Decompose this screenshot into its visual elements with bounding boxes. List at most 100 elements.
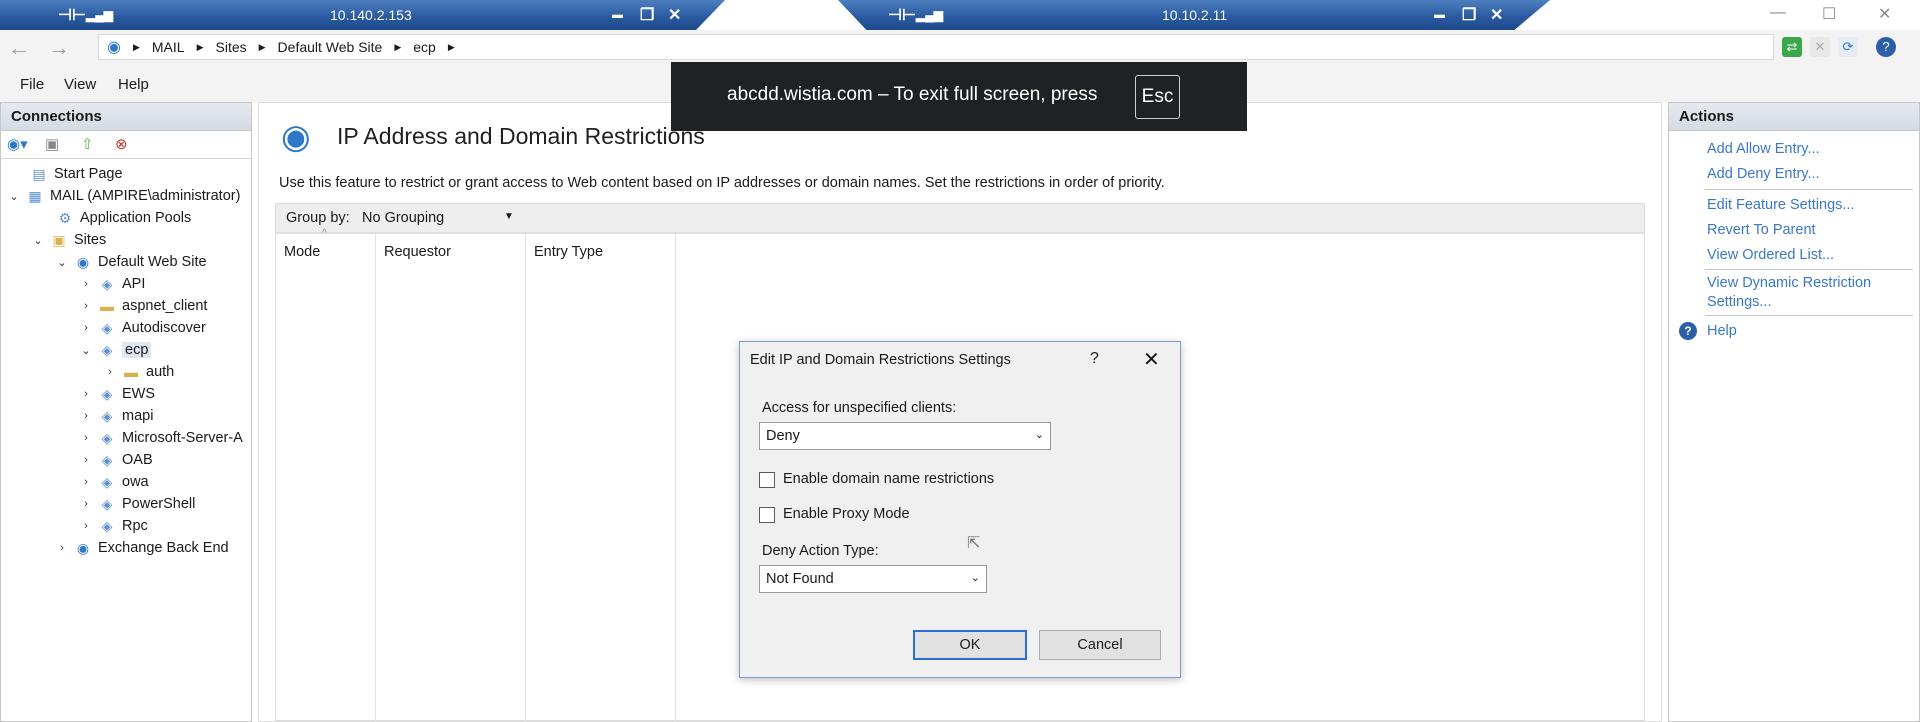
column-header-mode[interactable]: Mode: [284, 244, 320, 260]
restore-icon[interactable]: ❐: [1462, 5, 1476, 25]
disconnect-icon[interactable]: ⊗: [115, 135, 128, 153]
cancel-button[interactable]: Cancel: [1039, 630, 1161, 660]
tree-item-app-pools[interactable]: ⚙ Application Pools: [37, 207, 192, 229]
web-app-icon: ◈: [101, 517, 113, 534]
breadcrumb-sites[interactable]: Sites: [216, 39, 247, 55]
forward-arrow-icon[interactable]: →: [48, 35, 70, 61]
chevron-down-icon[interactable]: ⌄: [7, 190, 21, 203]
tree-item-start-page[interactable]: ▤ Start Page: [11, 163, 122, 185]
tree-item-oab[interactable]: › ◈ OAB: [79, 449, 152, 471]
window-close-icon[interactable]: ✕: [1878, 4, 1891, 24]
minimize-icon[interactable]: ▬: [1434, 9, 1445, 21]
view-dynamic-restriction-link-line2[interactable]: Settings...: [1707, 294, 1771, 310]
address-bar[interactable]: ◉ ▶ MAIL ▶ Sites ▶ Default Web Site ▶ ec…: [98, 34, 1774, 60]
save-icon[interactable]: ▣: [45, 135, 59, 153]
breadcrumb-ecp[interactable]: ecp: [413, 39, 436, 55]
start-page-icon: ▤: [32, 165, 46, 182]
tree-item-autodiscover[interactable]: › ◈ Autodiscover: [79, 317, 206, 339]
tree-item-api[interactable]: › ◈ API: [79, 273, 145, 295]
tree-item-default-web-site[interactable]: ⌄ ◉ Default Web Site: [55, 251, 206, 273]
web-app-icon: ◈: [101, 473, 113, 490]
chevron-right-icon[interactable]: ›: [79, 278, 93, 290]
dialog-help-button[interactable]: ?: [1090, 350, 1099, 368]
proxy-mode-label[interactable]: Enable Proxy Mode: [783, 506, 910, 522]
group-by-select[interactable]: No Grouping: [362, 210, 444, 226]
connect-icon[interactable]: ⇄: [1782, 37, 1802, 57]
pin-icon[interactable]: ⊣⊢: [58, 5, 86, 25]
column-header-requestor[interactable]: Requestor: [384, 244, 451, 260]
dialog-close-button[interactable]: ✕: [1143, 347, 1160, 372]
breadcrumb-mail[interactable]: MAIL: [152, 39, 185, 55]
chevron-down-icon[interactable]: ⌄: [31, 234, 45, 247]
tree-item-auth[interactable]: › ▬ auth: [103, 361, 174, 383]
refresh-icon[interactable]: ⟳: [1838, 37, 1858, 57]
pin-icon[interactable]: ⊣⊢: [888, 5, 916, 25]
chevron-right-icon[interactable]: ›: [79, 322, 93, 334]
esc-key-badge: Esc: [1135, 75, 1180, 119]
menu-file[interactable]: File: [20, 76, 44, 93]
edit-feature-settings-link[interactable]: Edit Feature Settings...: [1707, 197, 1855, 213]
domain-restrictions-checkbox[interactable]: [759, 472, 775, 488]
add-deny-entry-link[interactable]: Add Deny Entry...: [1707, 166, 1820, 182]
window-maximize-icon[interactable]: ☐: [1822, 4, 1836, 24]
tree-item-microsoft-server[interactable]: › ◈ Microsoft-Server-A: [79, 427, 243, 449]
minimize-icon[interactable]: ▬: [612, 9, 623, 21]
chevron-down-icon: ⌄: [970, 572, 980, 584]
close-icon[interactable]: ✕: [668, 5, 681, 25]
access-select[interactable]: Deny ⌄: [759, 422, 1051, 450]
breadcrumb-default-web-site[interactable]: Default Web Site: [278, 39, 383, 55]
remote-connection-bar-1[interactable]: ⊣⊢ ▂▄▆ 10.140.2.153 ▬ ❐ ✕: [0, 0, 725, 30]
connect-globe-icon[interactable]: ◉▾: [7, 135, 28, 153]
window-minimize-icon[interactable]: —: [1770, 4, 1786, 22]
tree-item-rpc[interactable]: › ◈ Rpc: [79, 515, 148, 537]
connections-panel: Connections ◉▾ ▣ ⇧ ⊗ ▤ Start Page ⌄ ▦ MAIL …: [0, 102, 252, 722]
tree-item-sites[interactable]: ⌄ ▣ Sites: [31, 229, 106, 251]
close-icon[interactable]: ✕: [1490, 5, 1503, 25]
chevron-right-icon[interactable]: ›: [79, 520, 93, 532]
stop-icon[interactable]: ✕: [1810, 37, 1830, 57]
menu-view[interactable]: View: [64, 76, 96, 93]
chevron-right-icon[interactable]: ›: [79, 410, 93, 422]
chevron-right-icon[interactable]: ›: [79, 388, 93, 400]
globe-icon: ◉: [76, 539, 90, 556]
tree-item-powershell[interactable]: › ◈ PowerShell: [79, 493, 195, 515]
proxy-mode-checkbox[interactable]: [759, 507, 775, 523]
chevron-right-icon[interactable]: ›: [103, 366, 117, 378]
chevron-right-icon[interactable]: ›: [79, 300, 93, 312]
edit-restrictions-dialog: Edit IP and Domain Restrictions Settings…: [739, 341, 1181, 678]
help-icon[interactable]: ?: [1876, 37, 1896, 57]
up-level-icon[interactable]: ⇧: [81, 135, 94, 153]
web-app-icon: ◈: [101, 495, 113, 512]
help-link[interactable]: Help: [1707, 323, 1737, 339]
tree-item-server[interactable]: ⌄ ▦ MAIL (AMPIRE\administrator): [7, 185, 240, 207]
domain-restrictions-label[interactable]: Enable domain name restrictions: [783, 471, 994, 487]
chevron-down-icon[interactable]: ⌄: [79, 344, 93, 357]
view-ordered-list-link[interactable]: View Ordered List...: [1707, 247, 1834, 263]
chevron-right-icon[interactable]: ›: [79, 476, 93, 488]
tree-item-ews[interactable]: › ◈ EWS: [79, 383, 155, 405]
ok-button[interactable]: OK: [913, 630, 1027, 660]
add-allow-entry-link[interactable]: Add Allow Entry...: [1707, 141, 1820, 157]
chevron-right-icon[interactable]: ›: [79, 432, 93, 444]
chevron-right-icon[interactable]: ›: [55, 542, 69, 554]
chevron-down-icon: ⌄: [1034, 429, 1044, 441]
revert-to-parent-link[interactable]: Revert To Parent: [1707, 222, 1816, 238]
back-arrow-icon[interactable]: ←: [8, 35, 30, 61]
menu-help[interactable]: Help: [118, 76, 149, 93]
tree-item-ecp[interactable]: ⌄ ◈ ecp: [79, 339, 152, 361]
column-header-entry-type[interactable]: Entry Type: [534, 244, 603, 260]
column-entry-type: Entry Type: [526, 234, 676, 722]
tree-item-owa[interactable]: › ◈ owa: [79, 471, 148, 493]
tree-item-aspnet-client[interactable]: › ▬ aspnet_client: [79, 295, 207, 317]
restore-icon[interactable]: ❐: [640, 5, 654, 25]
remote-connection-bar-2[interactable]: ⊣⊢ ▂▄▆ 10.10.2.11 ▬ ❐ ✕: [838, 0, 1550, 30]
connections-toolbar: ◉▾ ▣ ⇧ ⊗: [1, 131, 251, 159]
chevron-down-icon[interactable]: ⌄: [55, 256, 69, 269]
chevron-right-icon[interactable]: ›: [79, 498, 93, 510]
deny-action-select[interactable]: Not Found ⌄: [759, 565, 987, 593]
tree-item-exchange-back-end[interactable]: › ◉ Exchange Back End: [55, 537, 228, 559]
dropdown-arrow-icon[interactable]: ▼: [504, 211, 514, 222]
view-dynamic-restriction-link[interactable]: View Dynamic Restriction: [1707, 275, 1871, 291]
tree-item-mapi[interactable]: › ◈ mapi: [79, 405, 153, 427]
chevron-right-icon[interactable]: ›: [79, 454, 93, 466]
